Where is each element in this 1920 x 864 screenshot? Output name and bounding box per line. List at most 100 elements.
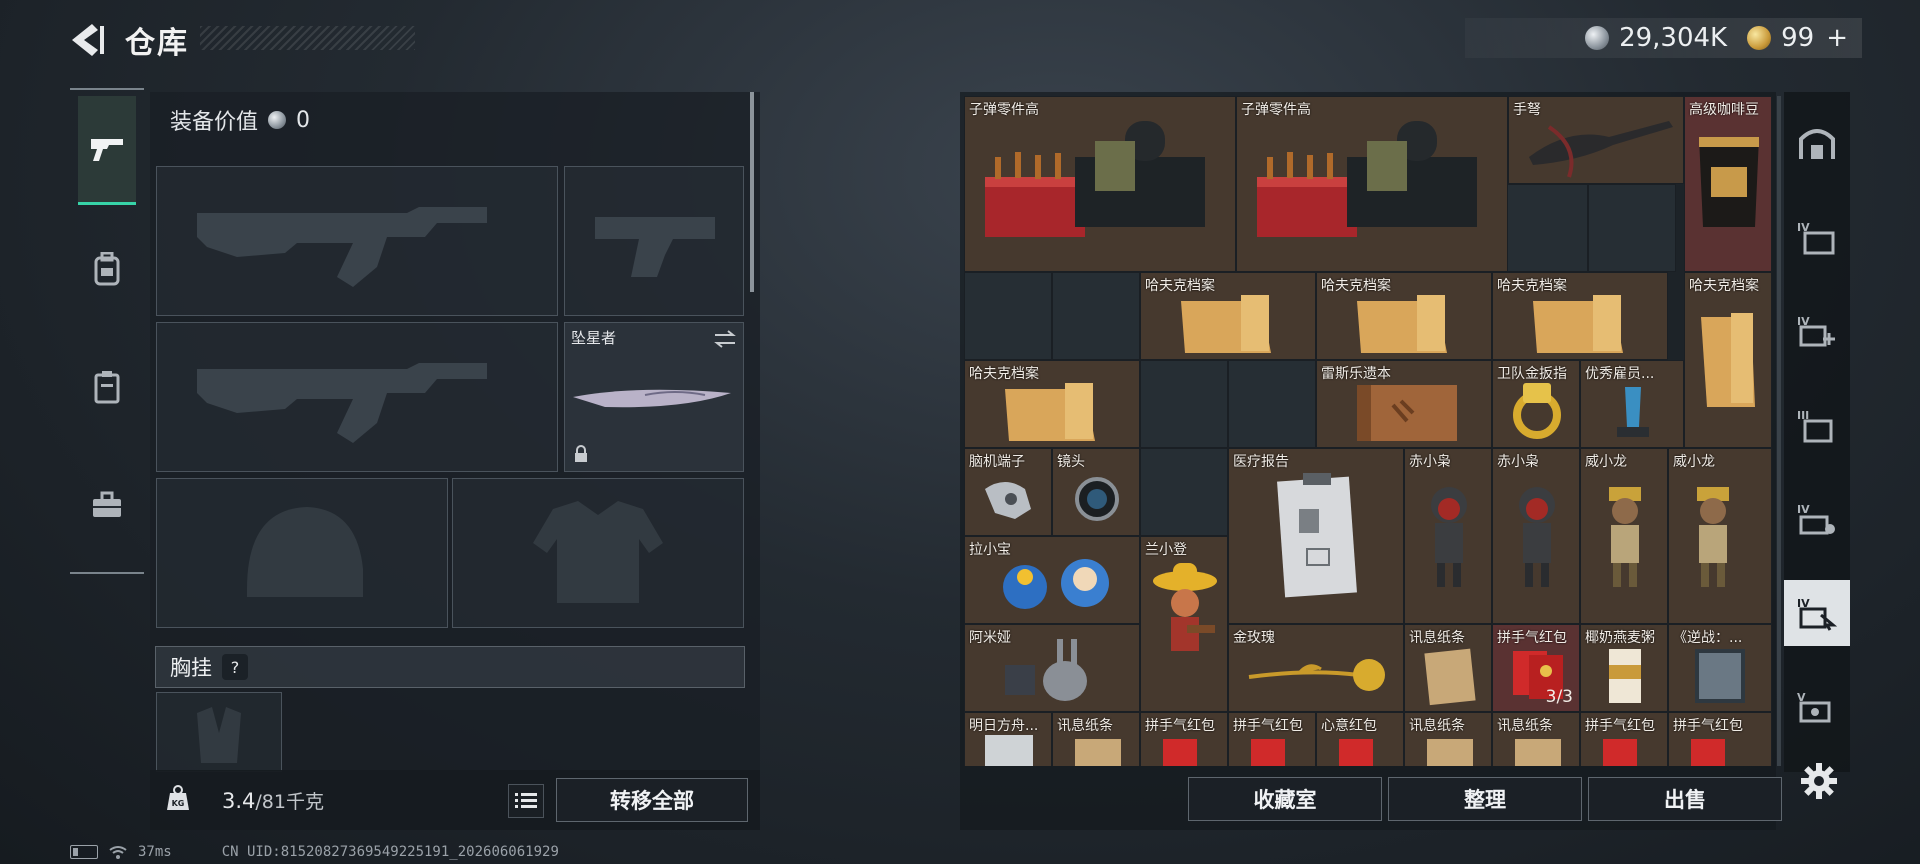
rifle-silhouette-icon (197, 363, 487, 443)
empty-cell[interactable] (1140, 360, 1228, 448)
armor-slot[interactable] (452, 478, 744, 628)
inventory-scrollbar[interactable] (1777, 96, 1781, 766)
gold-amount: 99 (1781, 23, 1815, 53)
tab-storage-1[interactable]: IV (1784, 204, 1850, 270)
list-view-button[interactable] (508, 784, 544, 818)
primary-weapon-slot[interactable] (156, 166, 558, 316)
inventory-item[interactable]: 脑机端子 (964, 448, 1052, 536)
inventory-item[interactable]: 哈夫克档案 (1316, 272, 1492, 360)
tab-storage-6[interactable]: V (1784, 674, 1850, 740)
inventory-item[interactable]: 拼手气红包 (1668, 712, 1772, 766)
chest-rig-header: 胸挂 ? (155, 646, 745, 688)
inventory-item[interactable]: 椰奶燕麦粥 (1580, 624, 1668, 712)
inventory-item[interactable]: 金玫瑰 (1228, 624, 1404, 712)
inventory-item[interactable]: 高级咖啡豆 (1684, 96, 1772, 272)
inventory-item[interactable]: 优秀雇员... (1580, 360, 1684, 448)
inventory-item[interactable]: 手弩 (1508, 96, 1684, 184)
item-name: 拉小宝 (969, 542, 1011, 558)
empty-cell[interactable] (1588, 184, 1676, 272)
vest-icon (94, 371, 120, 404)
empty-cell[interactable] (1052, 272, 1140, 360)
inventory-item[interactable]: 威小龙 (1580, 448, 1668, 624)
inventory-item[interactable]: 赤小枭 (1404, 448, 1492, 624)
inventory-item[interactable]: 哈夫克档案 (1492, 272, 1668, 360)
tab-storage-3[interactable]: III (1784, 392, 1850, 458)
gold-plus-button[interactable]: + (1826, 23, 1848, 53)
pistol-silhouette-icon (595, 217, 715, 277)
empty-cell[interactable] (1500, 184, 1588, 272)
help-button[interactable]: ? (222, 654, 248, 680)
pistol-slot[interactable] (564, 166, 744, 316)
chest-rig-slot[interactable] (156, 692, 282, 772)
item-name: 镜头 (1057, 454, 1085, 470)
transfer-all-button[interactable]: 转移全部 (556, 778, 748, 822)
inventory-item[interactable]: 兰小登 (1140, 536, 1228, 712)
inventory-item[interactable]: 子弹零件高 (964, 96, 1236, 272)
weight-current: 3.4 (222, 789, 256, 813)
inventory-item[interactable]: 拼手气红包 (1140, 712, 1228, 766)
item-name: 高级咖啡豆 (1689, 102, 1759, 118)
nav-toolbox[interactable] (78, 476, 136, 534)
tab-storage-5[interactable]: IV (1784, 580, 1850, 646)
sombrero-figure-icon (1153, 563, 1217, 651)
inventory-item[interactable]: 拼手气红包 (1228, 712, 1316, 766)
item-name: 《逆战：... (1673, 630, 1743, 646)
item-name: 拼手气红包 (1145, 718, 1215, 734)
inventory-item[interactable]: 卫队金扳指 (1492, 360, 1580, 448)
back-arrow-icon[interactable] (68, 22, 108, 58)
inventory-item[interactable]: 讯息纸条 (1052, 712, 1140, 766)
inventory-item[interactable]: 明日方舟... (964, 712, 1052, 766)
item-name: 讯息纸条 (1409, 630, 1465, 646)
inventory-item[interactable]: 《逆战：... (1668, 624, 1772, 712)
inventory-item[interactable]: 阿米娅 (964, 624, 1140, 712)
inventory-item[interactable]: 雷斯乐遗本 (1316, 360, 1492, 448)
coffee-bag-icon (1699, 137, 1759, 227)
storage-IV-plus-icon: IV (1797, 315, 1835, 347)
inventory-item[interactable]: 讯息纸条 (1404, 712, 1492, 766)
inventory-item[interactable]: 赤小枭 (1492, 448, 1580, 624)
melee-slot[interactable]: 坠星者 (564, 322, 744, 472)
nav-vest[interactable] (78, 358, 136, 416)
settings-gear-icon[interactable] (1800, 762, 1838, 800)
item-name: 哈夫克档案 (1497, 278, 1567, 294)
item-name: 优秀雇员... (1585, 366, 1655, 382)
tab-storage-4[interactable]: IV (1784, 486, 1850, 552)
inventory-item[interactable]: 拼手气红包 (1580, 712, 1668, 766)
equip-value-label: 装备价值 (170, 110, 259, 135)
loadout-scrollbar[interactable] (750, 92, 754, 292)
sort-button[interactable]: 整理 (1388, 777, 1582, 821)
inventory-item[interactable]: 心意红包 (1316, 712, 1404, 766)
sell-button[interactable]: 出售 (1588, 777, 1782, 821)
inventory-item[interactable]: 哈夫克档案 (1140, 272, 1316, 360)
inventory-item[interactable]: 讯息纸条 (1492, 712, 1580, 766)
secondary-weapon-slot[interactable] (156, 322, 558, 472)
tab-storage-2[interactable]: IV (1784, 298, 1850, 364)
item-name: 手弩 (1513, 102, 1541, 118)
item-name: 赤小枭 (1409, 454, 1451, 470)
silver-coin-icon (1585, 26, 1610, 50)
armor-silhouette-icon (533, 501, 663, 603)
nav-weapon[interactable] (78, 96, 136, 205)
helmet-slot[interactable] (156, 478, 448, 628)
page-title: 仓库 (125, 26, 189, 61)
inventory-item[interactable]: 拉小宝 (964, 536, 1140, 624)
inventory-item[interactable]: 哈夫克档案 (1684, 272, 1772, 448)
collection-button[interactable]: 收藏室 (1188, 777, 1382, 821)
empty-cell[interactable] (964, 272, 1052, 360)
swap-arrows-icon[interactable] (713, 329, 737, 349)
empty-cell[interactable] (1228, 360, 1316, 448)
inventory-item[interactable]: 威小龙 (1668, 448, 1772, 624)
empty-cell[interactable] (1140, 448, 1228, 536)
chest-label: 胸挂 (170, 656, 212, 680)
inventory-item[interactable]: 哈夫克档案 (964, 360, 1140, 448)
status-bar: 37ms CN UID:8152082736954922519​1_202606… (70, 842, 559, 862)
nav-backpack[interactable] (78, 240, 136, 298)
item-name: 拼手气红包 (1497, 630, 1567, 646)
inventory-item[interactable]: 拼手气红包 3/3 (1492, 624, 1580, 712)
tab-vault[interactable] (1784, 110, 1850, 176)
title-decoration (200, 26, 415, 50)
inventory-item[interactable]: 镜头 (1052, 448, 1140, 536)
inventory-item[interactable]: 医疗报告 (1228, 448, 1404, 624)
inventory-item[interactable]: 子弹零件高 (1236, 96, 1508, 272)
inventory-item[interactable]: 讯息纸条 (1404, 624, 1492, 712)
